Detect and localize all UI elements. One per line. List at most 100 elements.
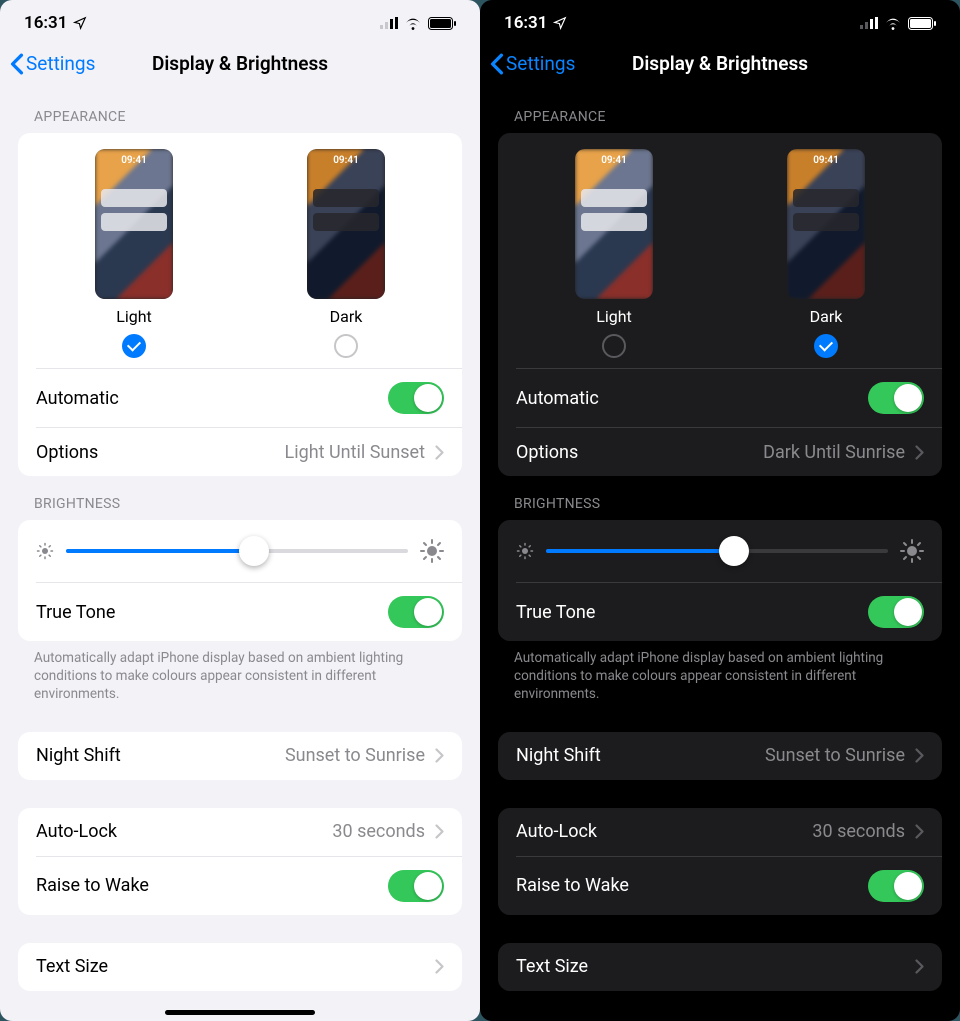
chevron-left-icon — [490, 53, 504, 75]
light-label: Light — [116, 307, 152, 326]
appearance-card: 09:41 Light 09:41 Dark Automatic — [18, 133, 462, 476]
automatic-toggle[interactable] — [868, 382, 924, 414]
brightness-card: True Tone — [18, 520, 462, 641]
chevron-right-icon — [915, 445, 924, 460]
light-preview-thumb: 09:41 — [95, 149, 173, 299]
textsize-label: Text Size — [516, 956, 588, 977]
nightshift-label: Night Shift — [36, 745, 121, 766]
appearance-option-dark[interactable]: 09:41 Dark — [787, 149, 865, 358]
nav-bar: Settings Display & Brightness — [0, 46, 480, 89]
wifi-icon — [404, 17, 422, 30]
appearance-option-light[interactable]: 09:41 Light — [95, 149, 173, 358]
truetone-label: True Tone — [36, 602, 115, 623]
brightness-slider[interactable] — [546, 536, 888, 566]
dark-radio[interactable] — [334, 334, 358, 358]
appearance-option-light[interactable]: 09:41 Light — [575, 149, 653, 358]
light-label: Light — [596, 307, 632, 326]
options-value: Light Until Sunset — [285, 442, 425, 463]
nightshift-row[interactable]: Night Shift Sunset to Sunrise — [18, 732, 462, 780]
dark-preview-thumb: 09:41 — [787, 149, 865, 299]
sun-small-icon — [516, 542, 534, 560]
status-time: 16:31 — [24, 13, 67, 33]
dark-radio[interactable] — [814, 334, 838, 358]
chevron-right-icon — [435, 445, 444, 460]
raise-to-wake-toggle[interactable] — [868, 870, 924, 902]
back-button[interactable]: Settings — [10, 52, 95, 75]
nightshift-card: Night Shift Sunset to Sunrise — [18, 732, 462, 780]
textsize-card: Text Size — [18, 943, 462, 991]
nightshift-value: Sunset to Sunrise — [285, 745, 425, 766]
home-indicator[interactable] — [165, 1010, 315, 1015]
autolock-label: Auto-Lock — [36, 821, 117, 842]
section-header-brightness: BRIGHTNESS — [0, 476, 480, 520]
light-radio[interactable] — [602, 334, 626, 358]
raise-to-wake-row: Raise to Wake — [18, 857, 462, 915]
automatic-label: Automatic — [516, 388, 599, 409]
status-time: 16:31 — [504, 13, 547, 33]
nav-bar: Settings Display & Brightness — [480, 46, 960, 89]
truetone-toggle[interactable] — [388, 596, 444, 628]
nightshift-card: Night Shift Sunset to Sunrise — [498, 732, 942, 780]
textsize-label: Text Size — [36, 956, 108, 977]
raise-to-wake-label: Raise to Wake — [516, 875, 629, 896]
back-button[interactable]: Settings — [490, 52, 575, 75]
section-header-appearance: APPEARANCE — [480, 89, 960, 133]
dark-label: Dark — [810, 307, 843, 326]
truetone-toggle[interactable] — [868, 596, 924, 628]
brightness-card: True Tone — [498, 520, 942, 641]
light-preview-thumb: 09:41 — [575, 149, 653, 299]
textsize-card: Text Size — [498, 943, 942, 991]
truetone-note: Automatically adapt iPhone display based… — [0, 641, 480, 704]
wifi-icon — [884, 17, 902, 30]
chevron-right-icon — [435, 959, 444, 974]
truetone-row: True Tone — [498, 583, 942, 641]
phone-light-mode: 16:31 Settings Display & Brightness APPE… — [0, 0, 480, 1021]
automatic-row: Automatic — [18, 369, 462, 427]
battery-icon — [908, 17, 936, 30]
chevron-right-icon — [435, 748, 444, 763]
appearance-option-dark[interactable]: 09:41 Dark — [307, 149, 385, 358]
autolock-value: 30 seconds — [812, 821, 905, 842]
options-value: Dark Until Sunrise — [763, 442, 905, 463]
location-icon — [553, 16, 567, 30]
nightshift-row[interactable]: Night Shift Sunset to Sunrise — [498, 732, 942, 780]
options-row[interactable]: Options Dark Until Sunrise — [498, 428, 942, 476]
autolock-label: Auto-Lock — [516, 821, 597, 842]
phone-dark-mode: 16:31 Settings Display & Brightness APPE… — [480, 0, 960, 1021]
sun-large-icon — [420, 539, 444, 563]
truetone-note: Automatically adapt iPhone display based… — [480, 641, 960, 704]
options-row[interactable]: Options Light Until Sunset — [18, 428, 462, 476]
light-radio[interactable] — [122, 334, 146, 358]
raise-to-wake-row: Raise to Wake — [498, 857, 942, 915]
autolock-row[interactable]: Auto-Lock 30 seconds — [498, 808, 942, 856]
autolock-card: Auto-Lock 30 seconds Raise to Wake — [18, 808, 462, 915]
automatic-toggle[interactable] — [388, 382, 444, 414]
dark-label: Dark — [330, 307, 363, 326]
battery-icon — [428, 17, 456, 30]
section-header-brightness: BRIGHTNESS — [480, 476, 960, 520]
truetone-label: True Tone — [516, 602, 595, 623]
autolock-row[interactable]: Auto-Lock 30 seconds — [18, 808, 462, 856]
location-icon — [73, 16, 87, 30]
sun-large-icon — [900, 539, 924, 563]
textsize-row[interactable]: Text Size — [498, 943, 942, 991]
sun-small-icon — [36, 542, 54, 560]
signal-icon — [380, 17, 398, 29]
options-label: Options — [36, 442, 98, 463]
brightness-slider[interactable] — [66, 536, 408, 566]
status-bar: 16:31 — [480, 0, 960, 46]
dark-preview-thumb: 09:41 — [307, 149, 385, 299]
chevron-right-icon — [435, 824, 444, 839]
autolock-value: 30 seconds — [332, 821, 425, 842]
raise-to-wake-toggle[interactable] — [388, 870, 444, 902]
textsize-row[interactable]: Text Size — [18, 943, 462, 991]
brightness-slider-row — [18, 520, 462, 582]
autolock-card: Auto-Lock 30 seconds Raise to Wake — [498, 808, 942, 915]
nightshift-label: Night Shift — [516, 745, 601, 766]
status-bar: 16:31 — [0, 0, 480, 46]
chevron-left-icon — [10, 53, 24, 75]
section-header-appearance: APPEARANCE — [0, 89, 480, 133]
back-label: Settings — [26, 52, 95, 75]
brightness-slider-row — [498, 520, 942, 582]
appearance-card: 09:41 Light 09:41 Dark Automatic — [498, 133, 942, 476]
